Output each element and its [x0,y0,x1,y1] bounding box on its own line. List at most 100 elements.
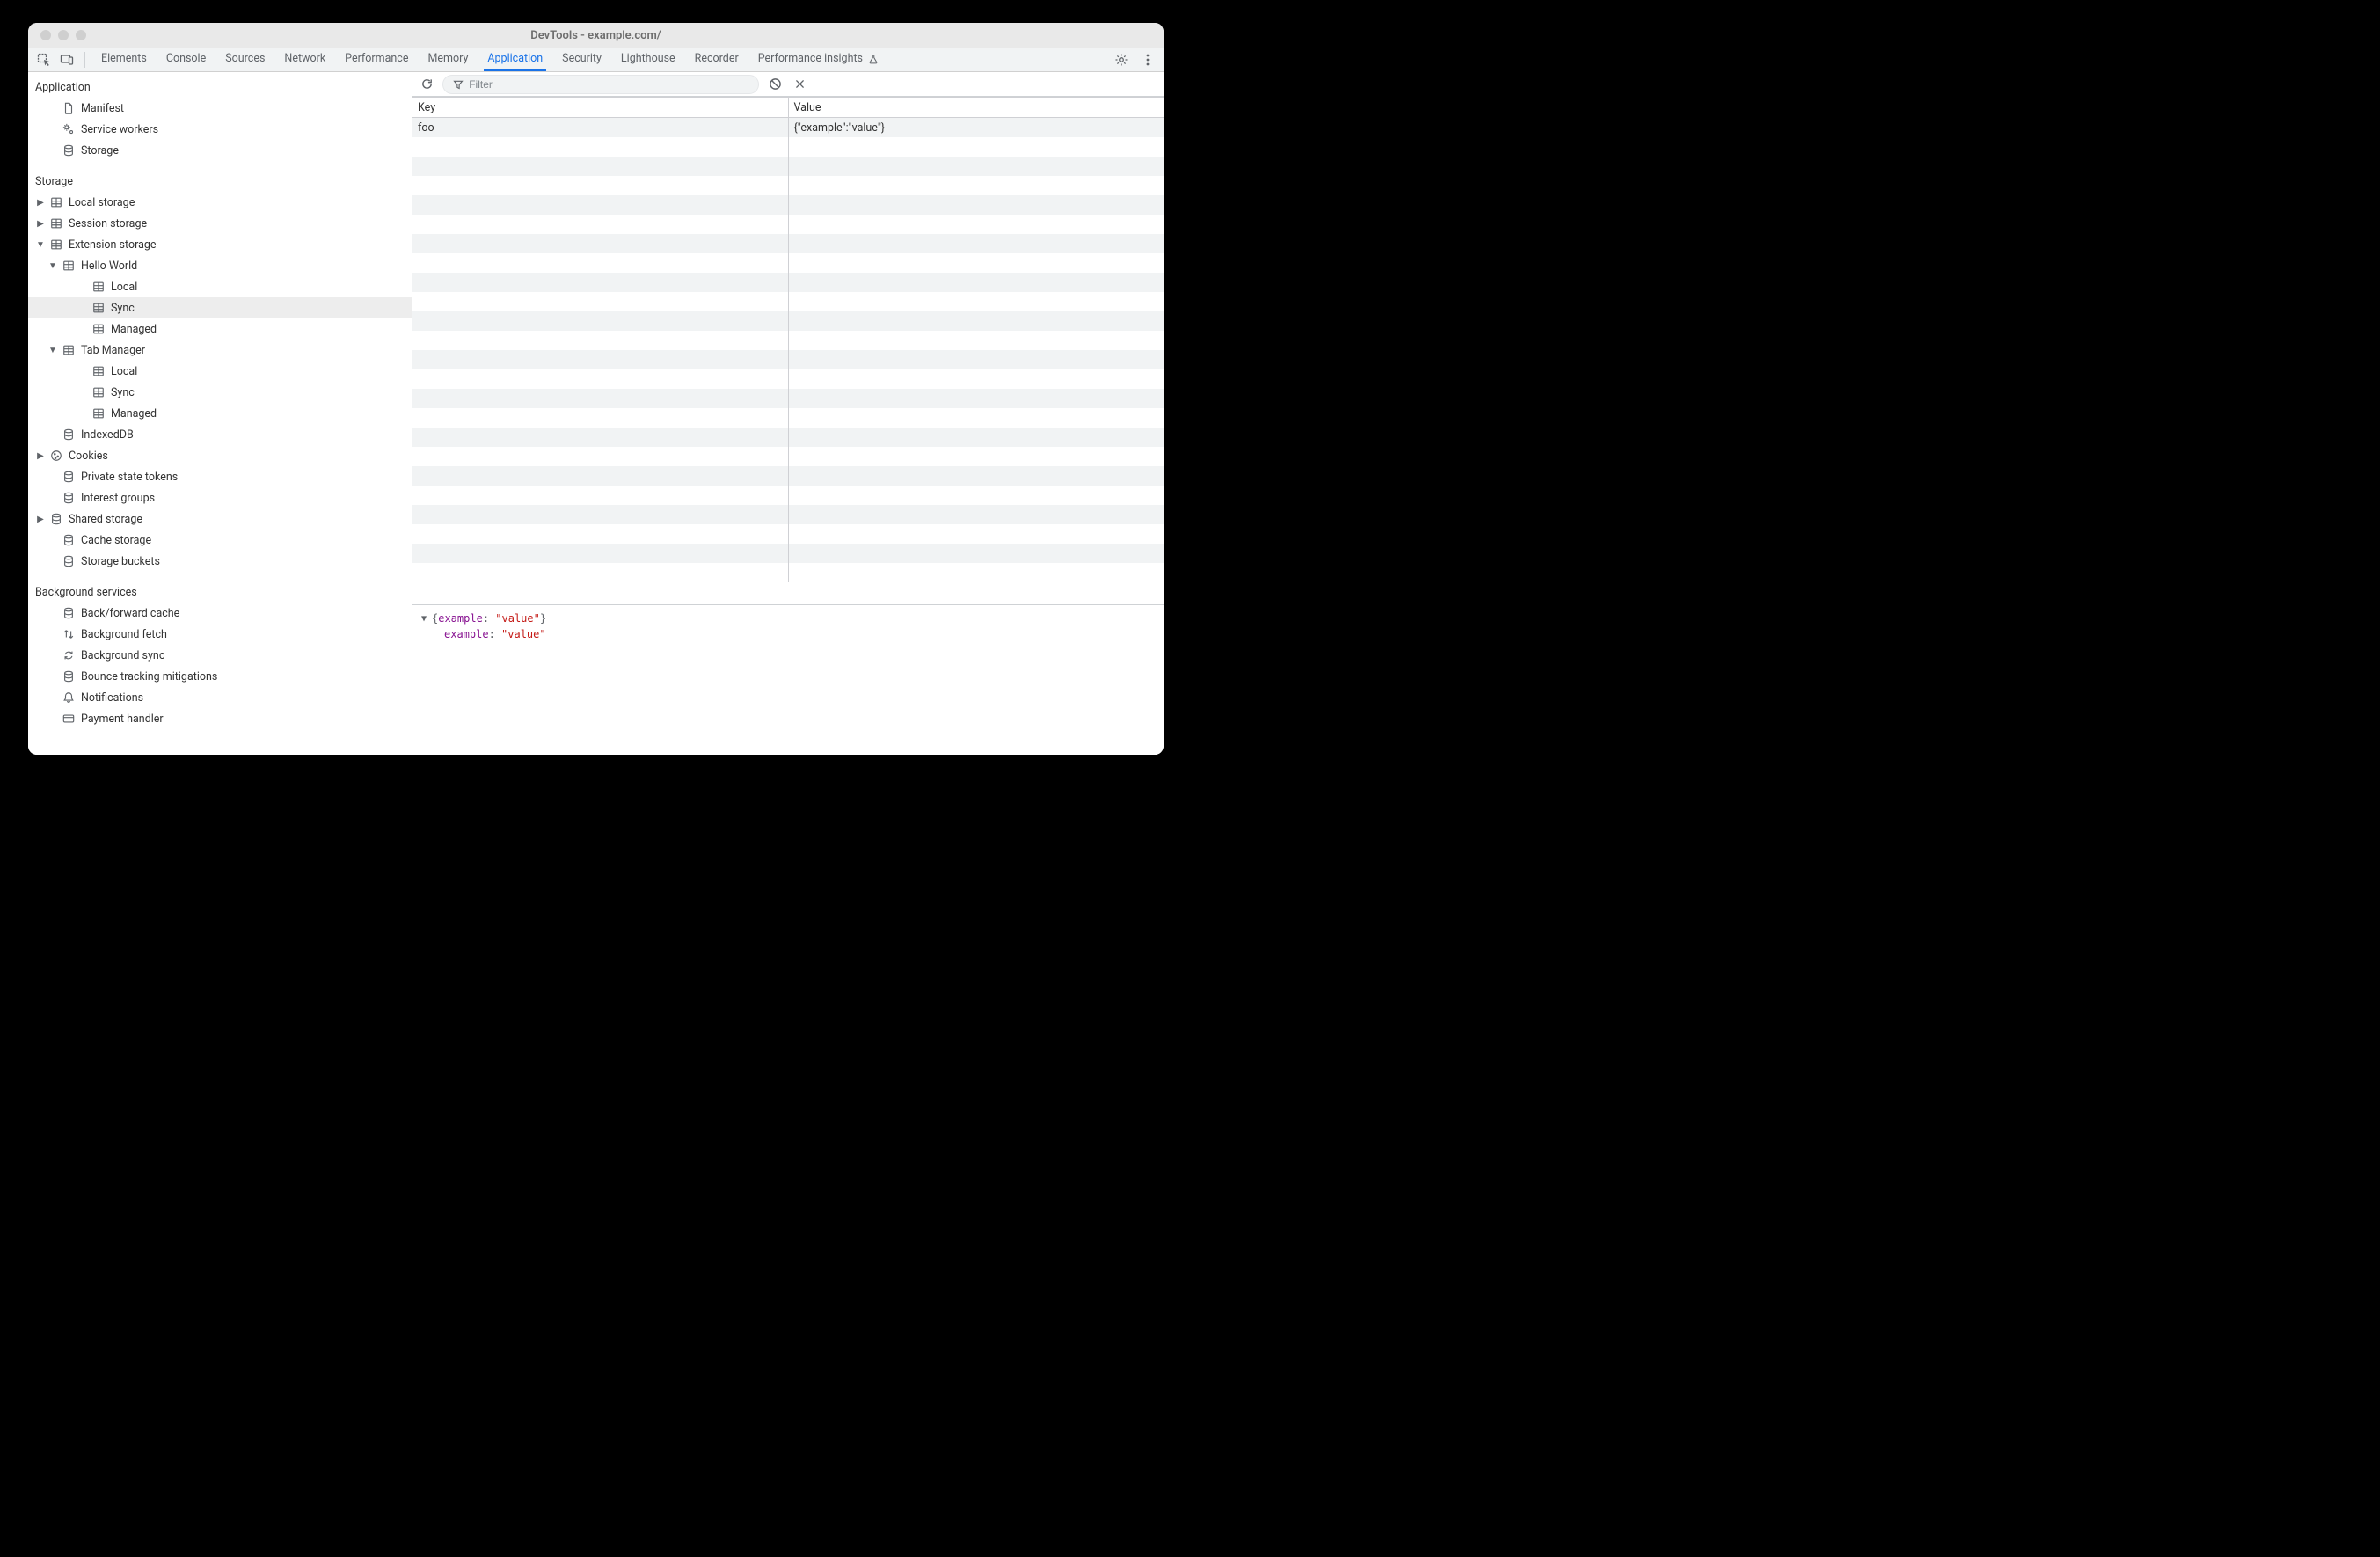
cell-empty [412,408,788,428]
sidebar-item-private-state-tokens[interactable]: Private state tokens [28,466,412,487]
tab-lighthouse[interactable]: Lighthouse [617,48,679,71]
column-header-value[interactable]: Value [788,98,1164,117]
sidebar-item-label: Shared storage [69,513,142,526]
caret-right-icon: ▶ [35,218,46,229]
preview-line-prop: example [444,628,489,640]
kebab-menu-icon[interactable] [1139,51,1157,69]
delete-selected-icon[interactable] [791,76,808,93]
close-window-icon[interactable] [40,30,51,40]
sidebar-item-ext-hello-world[interactable]: ▼ Hello World [28,255,412,276]
application-sidebar: Application Manifest Service workers [28,72,412,755]
section-header-storage: Storage [28,172,412,192]
tab-performance[interactable]: Performance [341,48,412,71]
cell-empty [788,157,1164,176]
tab-sources[interactable]: Sources [222,48,268,71]
database-icon [62,606,76,620]
minimize-window-icon[interactable] [58,30,69,40]
sidebar-item-notifications[interactable]: Notifications [28,687,412,708]
sidebar-item-service-workers[interactable]: Service workers [28,119,412,140]
tab-security[interactable]: Security [558,48,605,71]
filter-input-wrapper[interactable] [442,75,759,94]
cell-empty [788,408,1164,428]
sidebar-item-hw-local[interactable]: Local [28,276,412,297]
sidebar-item-hw-sync[interactable]: Sync [28,297,412,318]
sidebar-item-storage-overview[interactable]: Storage [28,140,412,161]
sidebar-item-cookies[interactable]: ▶ Cookies [28,445,412,466]
cell-value[interactable]: {"example":"value"} [788,118,1164,137]
credit-card-icon [62,712,76,726]
sidebar-item-manifest[interactable]: Manifest [28,98,412,119]
preview-line[interactable]: example: "value" [444,628,546,640]
tab-memory[interactable]: Memory [424,48,471,71]
tab-console[interactable]: Console [163,48,209,71]
cell-empty [412,544,788,563]
table-row [412,505,1164,524]
sidebar-item-label: Storage buckets [81,555,160,568]
sidebar-item-label: Storage [81,144,119,157]
sidebar-item-local-storage[interactable]: ▶ Local storage [28,192,412,213]
cell-key[interactable]: foo [412,118,788,137]
sidebar-item-tm-managed[interactable]: Managed [28,403,412,424]
cell-empty [788,505,1164,524]
cookie-icon [49,449,63,463]
table-row [412,195,1164,215]
device-toolbar-icon[interactable] [58,51,76,69]
sidebar-item-payment-handler[interactable]: Payment handler [28,708,412,729]
cell-empty [412,369,788,389]
cell-empty [788,311,1164,331]
clear-all-icon[interactable] [766,76,784,93]
tab-network[interactable]: Network [281,48,329,71]
sidebar-item-extension-storage[interactable]: ▼ Extension storage [28,234,412,255]
sync-icon [62,648,76,662]
sidebar-item-ext-tab-manager[interactable]: ▼ Tab Manager [28,340,412,361]
sidebar-item-cache-storage[interactable]: Cache storage [28,530,412,551]
sidebar-item-label: Background sync [81,649,164,662]
cell-empty [412,234,788,253]
cell-empty [412,466,788,486]
section-header-background-services: Background services [28,582,412,603]
table-row[interactable]: foo{"example":"value"} [412,118,1164,137]
zoom-window-icon[interactable] [76,30,86,40]
cell-empty [412,273,788,292]
sidebar-item-background-fetch[interactable]: Background fetch [28,624,412,645]
table-icon [49,195,63,209]
sidebar-item-background-sync[interactable]: Background sync [28,645,412,666]
settings-gear-icon[interactable] [1113,51,1130,69]
window-title: DevTools - example.com/ [28,29,1164,42]
flask-icon [868,54,879,64]
table-row [412,408,1164,428]
tab-application[interactable]: Application [484,48,546,71]
sidebar-item-interest-groups[interactable]: Interest groups [28,487,412,508]
tab-performance-insights[interactable]: Performance insights [755,48,882,71]
sidebar-item-indexeddb[interactable]: IndexedDB [28,424,412,445]
sidebar-item-label: Session storage [69,217,147,230]
column-header-key[interactable]: Key [412,98,788,117]
sidebar-item-shared-storage[interactable]: ▶ Shared storage [28,508,412,530]
filter-input[interactable] [469,78,749,91]
sidebar-item-tm-local[interactable]: Local [28,361,412,382]
tab-elements[interactable]: Elements [98,48,150,71]
sidebar-item-hw-managed[interactable]: Managed [28,318,412,340]
sidebar-item-bf-cache[interactable]: Back/forward cache [28,603,412,624]
sidebar-item-label: Sync [111,302,135,315]
sidebar-item-label: Notifications [81,691,143,705]
cell-empty [412,389,788,408]
sidebar-item-label: Service workers [81,123,158,136]
caret-down-icon: ▼ [47,260,58,271]
sidebar-item-bounce-tracking[interactable]: Bounce tracking mitigations [28,666,412,687]
inspect-element-icon[interactable] [35,51,53,69]
refresh-icon[interactable] [418,76,435,93]
sidebar-item-tm-sync[interactable]: Sync [28,382,412,403]
caret-down-icon[interactable]: ▼ [420,614,428,624]
table-row [412,331,1164,350]
tab-recorder[interactable]: Recorder [691,48,742,71]
table-body: foo{"example":"value"} [412,118,1164,604]
sidebar-item-storage-buckets[interactable]: Storage buckets [28,551,412,572]
table-row [412,447,1164,466]
preview-summary[interactable]: {example: "value"} [432,612,546,625]
caret-down-icon: ▼ [35,239,46,250]
database-icon [62,428,76,442]
sidebar-item-session-storage[interactable]: ▶ Session storage [28,213,412,234]
filter-funnel-icon [452,78,464,91]
table-icon [91,301,106,315]
